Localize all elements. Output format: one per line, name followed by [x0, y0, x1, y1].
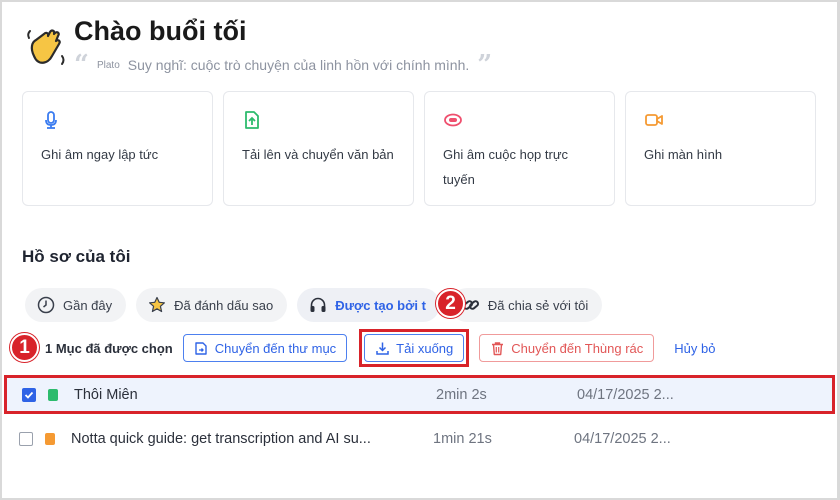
tab-starred[interactable]: Đã đánh dấu sao: [136, 288, 288, 322]
step-badge-2: 2: [436, 289, 465, 318]
move-to-folder-button[interactable]: Chuyển đến thư mục: [182, 334, 348, 362]
card-upload-transcribe[interactable]: Tải lên và chuyển văn bản: [223, 91, 414, 206]
card-label: Ghi âm ngay lập tức: [41, 147, 159, 162]
file-duration: 2min 2s: [436, 386, 487, 403]
tab-shared-with-me[interactable]: Đã chia sẻ với tôi: [449, 288, 603, 322]
card-label: Ghi âm cuộc họp trực tuyến: [443, 147, 569, 187]
microphone-icon: [45, 111, 57, 129]
row-checkbox[interactable]: [19, 431, 33, 446]
download-button[interactable]: Tải xuống: [364, 334, 465, 362]
check-icon: [24, 391, 34, 399]
selection-toolbar: 1 Mục đã được chọn Chuyển đến thư mục Tả…: [8, 329, 716, 367]
close-quote-icon: ”: [477, 50, 493, 80]
quote-row: “ Plato Suy nghĩ: cuộc trò chuyện của li…: [74, 50, 493, 80]
tab-label: Đã chia sẻ với tôi: [487, 297, 589, 313]
quote-text: Suy nghĩ: cuộc trò chuyện của linh hồn v…: [127, 57, 470, 73]
card-screen-record[interactable]: Ghi màn hình: [625, 91, 816, 206]
row-checkbox[interactable]: [22, 387, 36, 402]
trash-label: Chuyển đến Thùng rác: [511, 340, 644, 356]
open-quote-icon: “: [74, 50, 89, 80]
quote-author: Plato: [96, 59, 120, 71]
waving-hand-icon: [27, 29, 65, 65]
clock-icon: [37, 296, 55, 314]
file-name[interactable]: Notta quick guide: get transcription and…: [71, 431, 433, 447]
tab-label: Gần đây: [63, 297, 113, 313]
cancel-link[interactable]: Hủy bỏ: [674, 341, 715, 356]
selected-count: 1 Mục đã được chọn: [45, 340, 173, 356]
card-record-now[interactable]: Ghi âm ngay lập tức: [22, 91, 213, 206]
file-name[interactable]: Thôi Miên: [74, 387, 436, 403]
file-upload-icon: [245, 111, 259, 129]
card-record-meeting[interactable]: Ghi âm cuộc họp trực tuyến: [424, 91, 615, 206]
quick-action-cards: Ghi âm ngay lập tức Tải lên và chuyển vă…: [22, 91, 816, 206]
greeting-title: Chào buổi tối: [74, 16, 247, 46]
download-icon: [376, 342, 389, 355]
headphones-icon: [310, 297, 326, 312]
file-duration: 1min 21s: [433, 430, 492, 447]
section-title: Hồ sơ của tôi: [22, 247, 131, 266]
file-row[interactable]: Thôi Miên 2min 2s 04/17/2025 2...: [4, 375, 835, 414]
tab-created-by-me[interactable]: Được tạo bởi t: [297, 288, 440, 322]
download-highlight: Tải xuống: [359, 329, 470, 367]
card-label: Tải lên và chuyển văn bản: [242, 147, 394, 162]
file-row[interactable]: Notta quick guide: get transcription and…: [4, 419, 835, 458]
meeting-record-icon: [444, 113, 462, 127]
file-date: 04/17/2025 2...: [577, 386, 674, 403]
step-badge-1: 1: [10, 333, 39, 362]
move-to-trash-button[interactable]: Chuyển đến Thùng rác: [479, 334, 655, 362]
card-label: Ghi màn hình: [644, 147, 723, 162]
tab-recent[interactable]: Gần đây: [25, 288, 127, 322]
folder-move-icon: [195, 341, 207, 355]
move-label: Chuyển đến thư mục: [214, 340, 337, 356]
video-file-icon: [45, 432, 55, 445]
trash-icon: [492, 341, 504, 355]
tab-label: Đã đánh dấu sao: [174, 297, 274, 313]
tab-label: Được tạo bởi t: [335, 297, 426, 313]
filter-tabs: Gần đây Đã đánh dấu sao Được tạo bởi t Đ…: [25, 288, 603, 322]
download-label: Tải xuống: [396, 340, 454, 356]
file-date: 04/17/2025 2...: [574, 430, 671, 447]
star-icon: [149, 296, 166, 313]
audio-file-icon: [48, 388, 58, 401]
video-camera-icon: [645, 114, 663, 126]
